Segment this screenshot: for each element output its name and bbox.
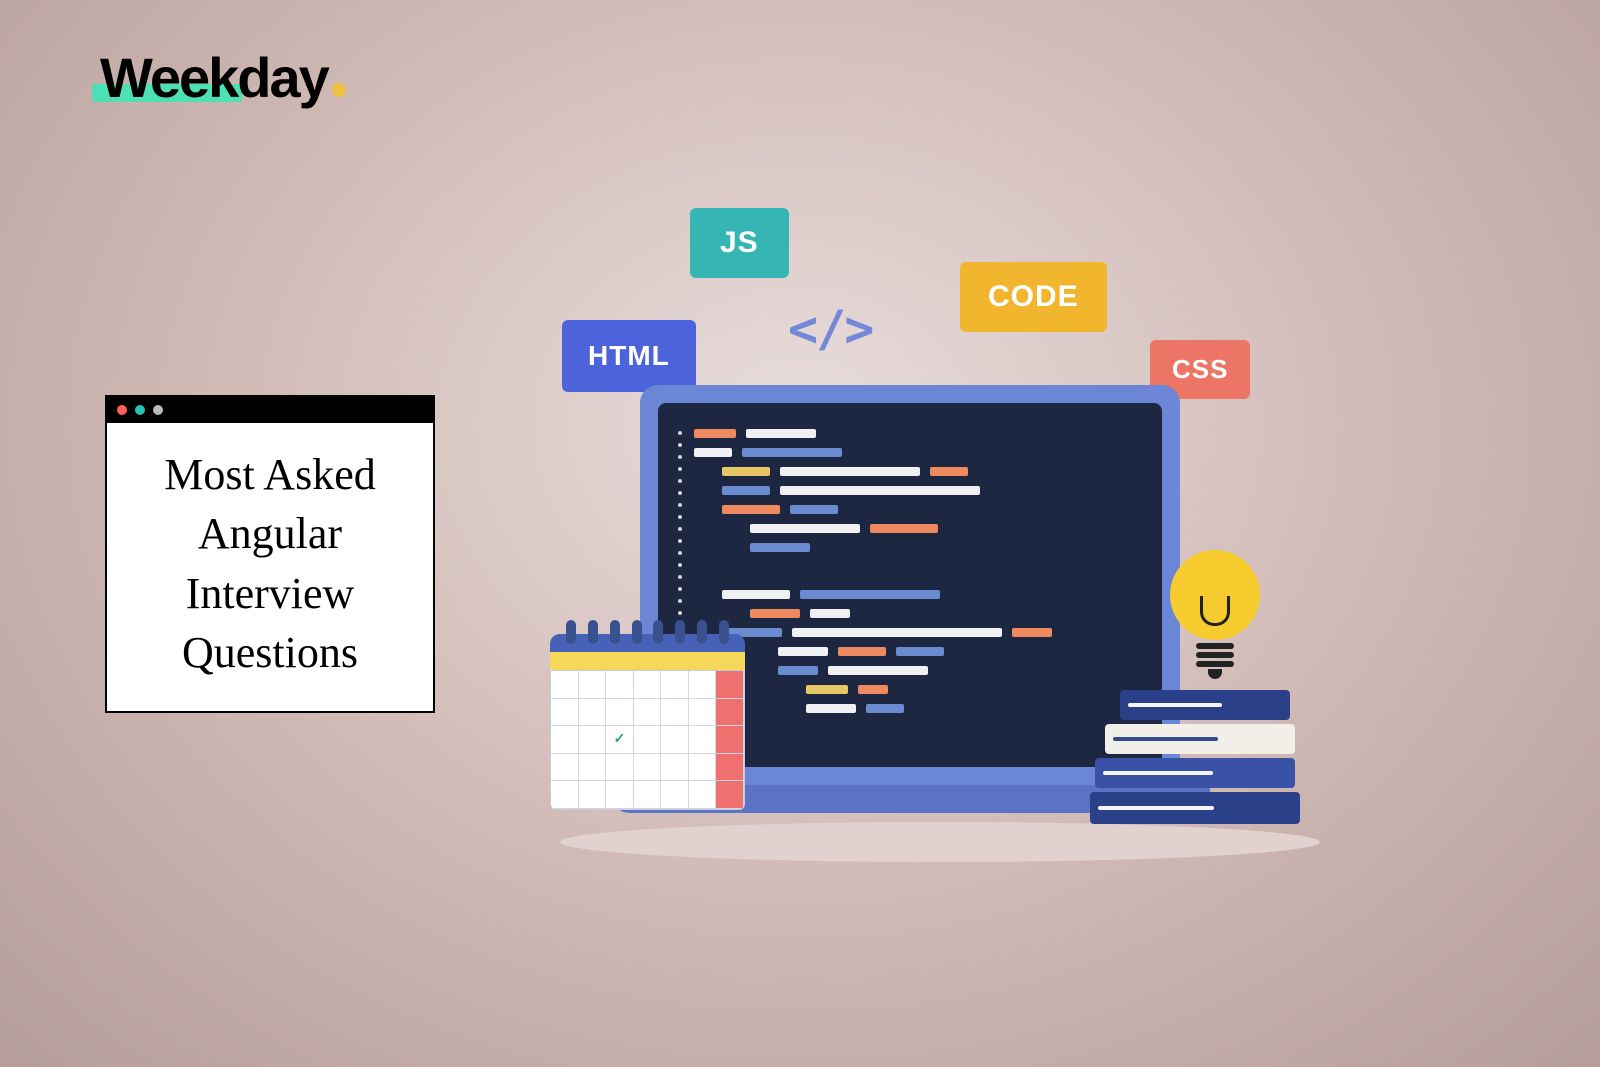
- calendar-icon: ✓: [550, 620, 745, 810]
- lightbulb-icon: [1170, 550, 1260, 679]
- window-min-icon: [135, 405, 145, 415]
- code-body: [694, 427, 1142, 743]
- books-icon: [1090, 690, 1300, 828]
- title-text: Most Asked Angular Interview Questions: [127, 445, 413, 683]
- tag-js: JS: [690, 208, 789, 278]
- title-card: Most Asked Angular Interview Questions: [105, 395, 435, 713]
- calendar-grid: ✓: [550, 670, 745, 810]
- desk-shadow: [560, 822, 1320, 862]
- calendar-rings: [550, 620, 745, 644]
- window-close-icon: [117, 405, 127, 415]
- brand-logo: Weekday: [100, 45, 346, 110]
- code-bracket-icon: </>: [788, 300, 872, 358]
- tag-html: HTML: [562, 320, 696, 392]
- tag-code: CODE: [960, 262, 1107, 332]
- logo-text: Weekday: [100, 45, 328, 110]
- check-icon: ✓: [614, 731, 626, 748]
- window-max-icon: [153, 405, 163, 415]
- illustration: JS HTML CODE CSS </>: [530, 200, 1380, 980]
- logo-dot-icon: [332, 83, 346, 97]
- title-card-bar: [107, 397, 433, 423]
- title-card-body: Most Asked Angular Interview Questions: [107, 423, 433, 711]
